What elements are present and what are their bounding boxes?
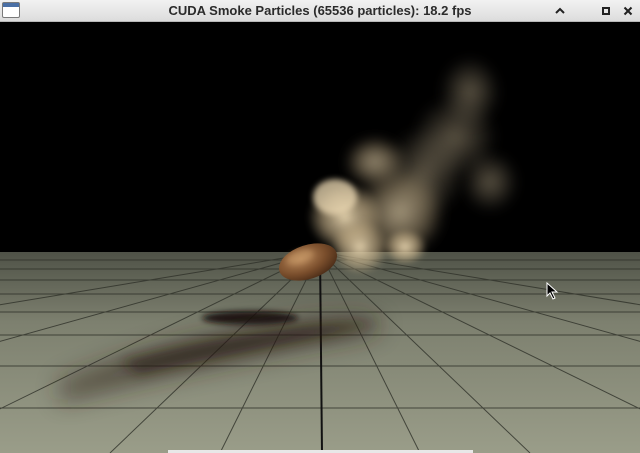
maximize-button[interactable] (597, 2, 615, 20)
smoke-scene (0, 22, 640, 453)
window-title: CUDA Smoke Particles (65536 particles): … (168, 3, 472, 18)
render-viewport[interactable] (0, 22, 640, 453)
title-bar[interactable]: CUDA Smoke Particles (65536 particles): … (0, 0, 640, 22)
close-icon (623, 6, 633, 16)
minimize-button[interactable] (551, 2, 569, 20)
close-button[interactable] (619, 2, 637, 20)
application-window: CUDA Smoke Particles (65536 particles): … (0, 0, 640, 453)
square-icon (602, 7, 610, 15)
chevron-up-icon (555, 7, 565, 14)
